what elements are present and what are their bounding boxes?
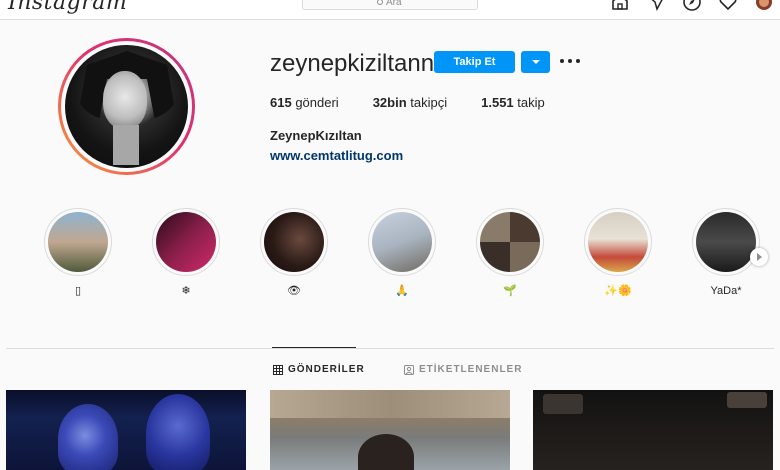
follow-button[interactable]: Takip Et (434, 51, 515, 73)
profile-stats: 615 gönderi 32bin takipçi 1.551 takip (270, 95, 579, 110)
highlights-next-arrow-icon[interactable] (750, 248, 768, 266)
highlight-label: 🌱 (503, 285, 517, 297)
highlight-cover (264, 212, 324, 272)
top-nav: Instagram Ara (0, 0, 780, 20)
highlight-item[interactable]: ✨🌼 (582, 208, 654, 298)
search-placeholder: Ara (386, 0, 402, 8)
tab-posts-label: GÖNDERİLER (288, 364, 365, 375)
highlight-item[interactable]: 🙏 (366, 208, 438, 298)
home-icon[interactable] (610, 0, 630, 12)
tab-tagged[interactable]: ETİKETLENENLER (404, 364, 522, 375)
direct-icon[interactable] (646, 0, 666, 12)
explore-icon[interactable] (682, 0, 702, 12)
highlight-label: YaDa* (710, 285, 742, 297)
highlight-cover (696, 212, 756, 272)
profile-username: zeynepkiziltann (270, 50, 435, 77)
profile-avatar[interactable] (58, 38, 195, 175)
highlight-label: 👁 (287, 285, 301, 297)
highlight-item[interactable]: ▯ (42, 208, 114, 298)
highlight-item[interactable]: ❄ (150, 208, 222, 298)
profile-full-name: ZeynepKızıltan (270, 128, 362, 143)
tabs-divider (6, 348, 774, 349)
active-tab-indicator (272, 347, 356, 348)
followers-count[interactable]: 32bin takipçi (373, 95, 447, 110)
suggested-dropdown-button[interactable] (521, 51, 550, 73)
profile-website-link[interactable]: www.cemtatlitug.com (270, 148, 403, 163)
activity-heart-icon[interactable] (718, 0, 738, 12)
search-icon (377, 0, 383, 5)
nav-icons (610, 0, 774, 12)
highlight-label: ✨🌼 (604, 285, 632, 297)
highlight-cover (480, 212, 540, 272)
highlight-label: 🙏 (395, 285, 409, 297)
tab-posts[interactable]: GÖNDERİLER (273, 364, 365, 375)
instagram-logo[interactable]: Instagram (8, 0, 127, 15)
highlight-label: ▯ (74, 285, 82, 297)
posts-count: 615 gönderi (270, 95, 339, 110)
avatar-photo (65, 45, 188, 168)
following-count[interactable]: 1.551 takip (481, 95, 545, 110)
tab-tagged-label: ETİKETLENENLER (419, 364, 523, 375)
search-input[interactable]: Ara (302, 0, 478, 10)
highlight-cover (372, 212, 432, 272)
post-thumbnail[interactable] (6, 390, 246, 470)
grid-icon (273, 364, 283, 375)
highlight-cover (588, 212, 648, 272)
more-options-icon[interactable] (560, 54, 582, 68)
highlight-item[interactable]: 👁 (258, 208, 330, 298)
highlight-label: ❄ (181, 285, 191, 297)
tagged-icon (404, 364, 414, 375)
profile-avatar-icon[interactable] (754, 0, 774, 12)
highlight-cover (48, 212, 108, 272)
post-thumbnail[interactable] (270, 390, 510, 470)
highlight-item[interactable]: 🌱 (474, 208, 546, 298)
highlight-cover (156, 212, 216, 272)
post-thumbnail[interactable] (533, 390, 773, 470)
